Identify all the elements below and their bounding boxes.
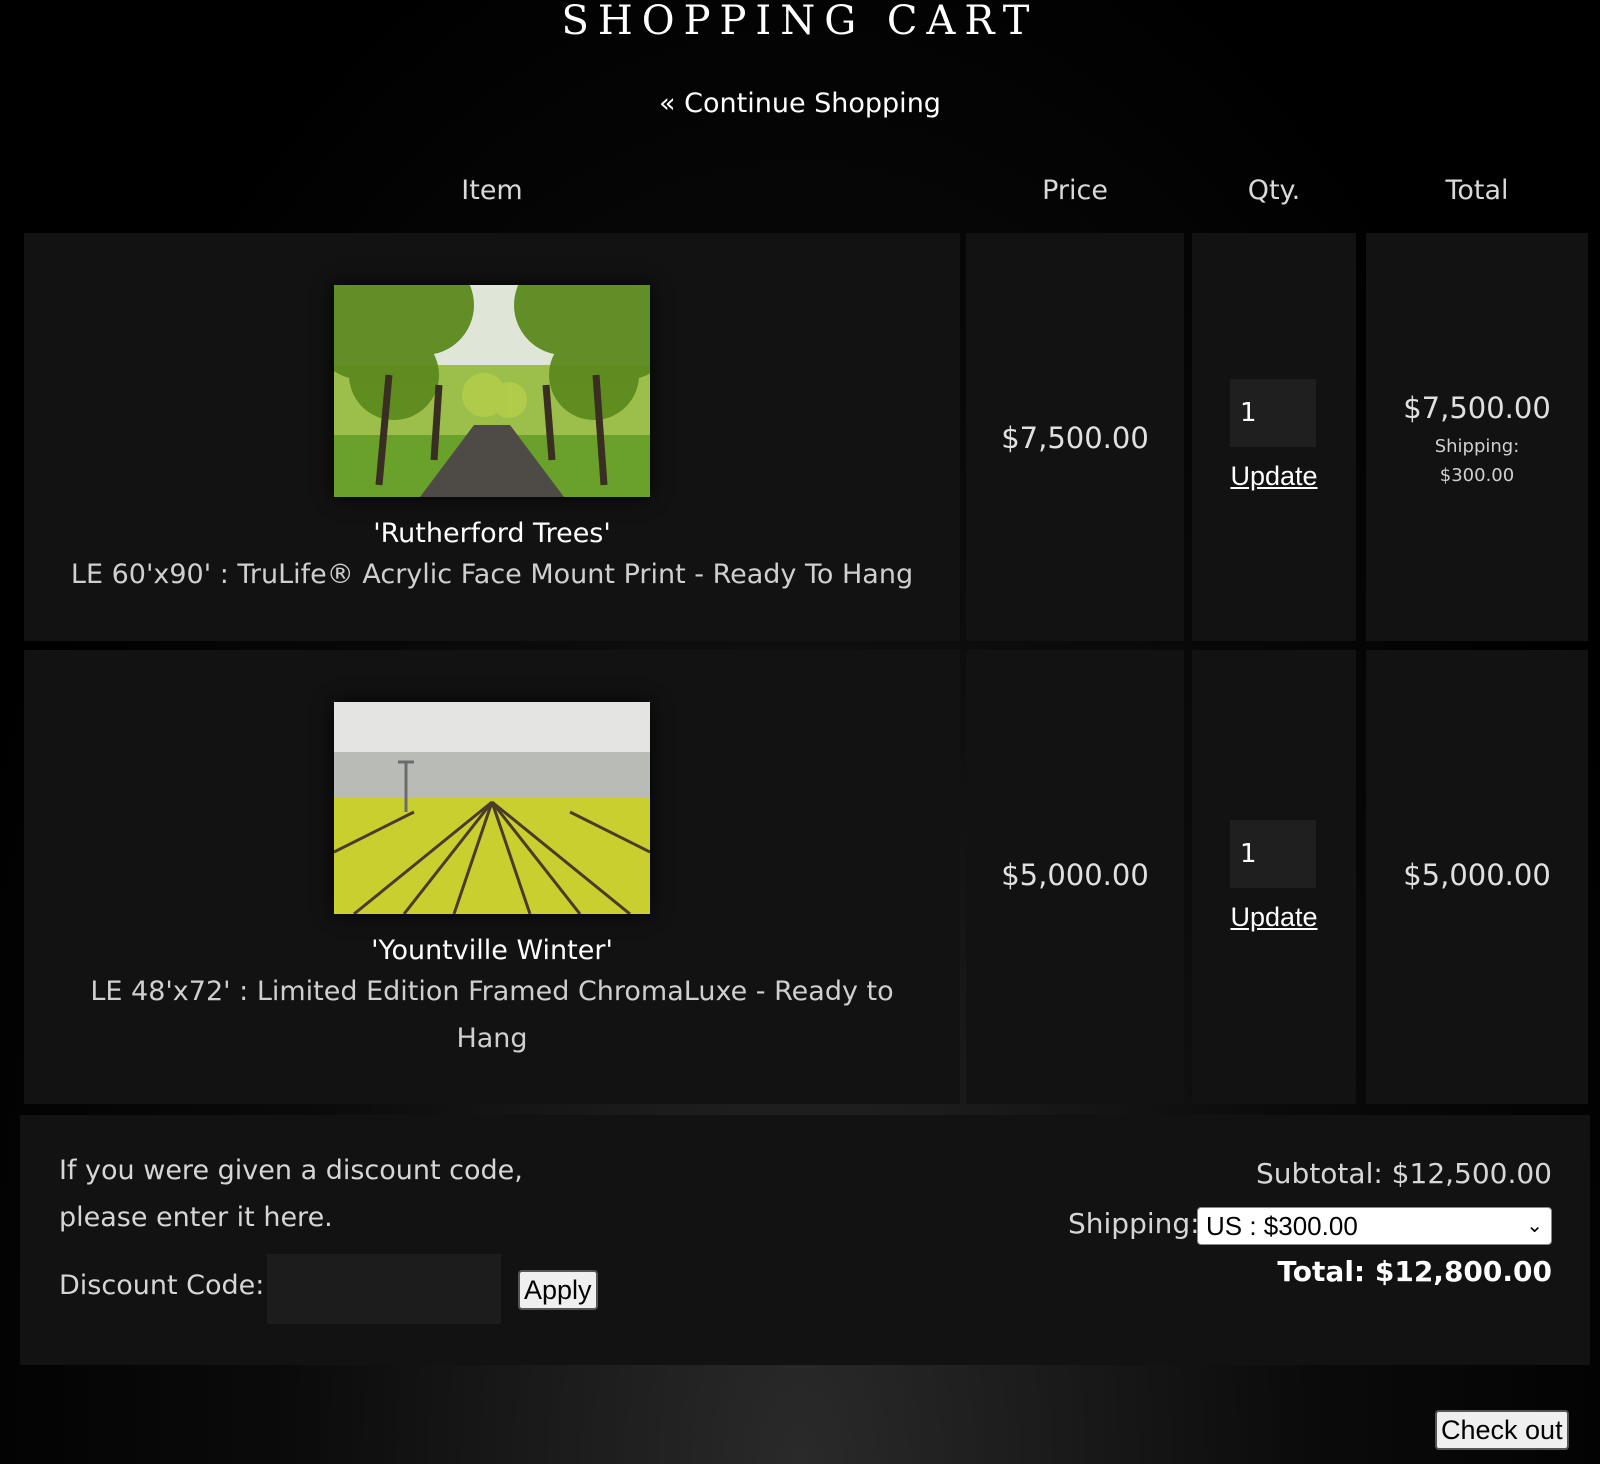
shipping-selected-value: US : $300.00 bbox=[1206, 1211, 1358, 1241]
header-total: Total bbox=[1445, 175, 1509, 206]
discount-prompt: If you were given a discount code, pleas… bbox=[59, 1147, 523, 1241]
subtotal: Subtotal: $12,500.00 bbox=[1256, 1157, 1552, 1190]
update-link[interactable]: Update bbox=[1192, 461, 1356, 492]
item-description: LE 48'x72' : Limited Edition Framed Chro… bbox=[90, 976, 894, 1054]
qty-cell-row-1: Update bbox=[1192, 233, 1356, 641]
qty-cell-row-2: Update bbox=[1192, 650, 1356, 1104]
continue-shopping-link[interactable]: « Continue Shopping bbox=[0, 88, 1600, 119]
page-title: SHOPPING CART bbox=[561, 0, 1039, 44]
shipping-select-label: Shipping: bbox=[1068, 1207, 1200, 1240]
total-cell-row-1: $7,500.00 Shipping: $300.00 bbox=[1366, 233, 1588, 641]
chevron-down-icon: ⌄ bbox=[1526, 1215, 1543, 1237]
item-cell-row-2: 'Yountville Winter' LE 48'x72' : Limited… bbox=[24, 650, 960, 1104]
header-price: Price bbox=[1042, 175, 1108, 206]
price-cell-row-1: $7,500.00 bbox=[966, 233, 1184, 641]
shipping-label: Shipping: bbox=[1434, 436, 1520, 457]
checkout-button[interactable]: Check out bbox=[1435, 1410, 1569, 1450]
item-description: LE 60'x90' : TruLife® Acrylic Face Mount… bbox=[70, 559, 914, 590]
item-total: $7,500.00 bbox=[1403, 391, 1551, 425]
price-cell-row-2: $5,000.00 bbox=[966, 650, 1184, 1104]
update-link[interactable]: Update bbox=[1192, 902, 1356, 933]
item-total: $5,000.00 bbox=[1403, 858, 1551, 892]
cart-summary: If you were given a discount code, pleas… bbox=[20, 1115, 1590, 1365]
tree-lined-road-image bbox=[334, 285, 650, 497]
header-item: Item bbox=[461, 175, 523, 206]
discount-code-input[interactable] bbox=[267, 1254, 501, 1324]
item-cell-row-1: 'Rutherford Trees' LE 60'x90' : TruLife®… bbox=[24, 233, 960, 641]
discount-prompt-line-1: If you were given a discount code, bbox=[59, 1155, 523, 1186]
product-thumbnail-rutherford-trees[interactable] bbox=[334, 285, 650, 497]
item-price: $7,500.00 bbox=[1001, 421, 1149, 455]
quantity-input[interactable] bbox=[1230, 379, 1316, 447]
shipping-amount: $300.00 bbox=[1439, 465, 1515, 486]
total-cell-row-2: $5,000.00 bbox=[1366, 650, 1588, 1104]
continue-shopping-label[interactable]: « Continue Shopping bbox=[659, 88, 941, 119]
apply-discount-button[interactable]: Apply bbox=[518, 1270, 598, 1310]
vineyard-mustard-image bbox=[334, 702, 650, 914]
quantity-input[interactable] bbox=[1230, 820, 1316, 888]
item-price: $5,000.00 bbox=[1001, 858, 1149, 892]
header-qty: Qty. bbox=[1247, 175, 1301, 206]
product-thumbnail-yountville-winter[interactable] bbox=[334, 702, 650, 914]
order-total: Total: $12,800.00 bbox=[1277, 1255, 1552, 1288]
discount-prompt-line-2: please enter it here. bbox=[59, 1202, 333, 1233]
shipping-select[interactable]: US : $300.00 ⌄ bbox=[1197, 1207, 1552, 1245]
discount-code-label: Discount Code: bbox=[59, 1270, 265, 1301]
item-title[interactable]: 'Yountville Winter' bbox=[24, 935, 960, 966]
item-title[interactable]: 'Rutherford Trees' bbox=[24, 518, 960, 549]
